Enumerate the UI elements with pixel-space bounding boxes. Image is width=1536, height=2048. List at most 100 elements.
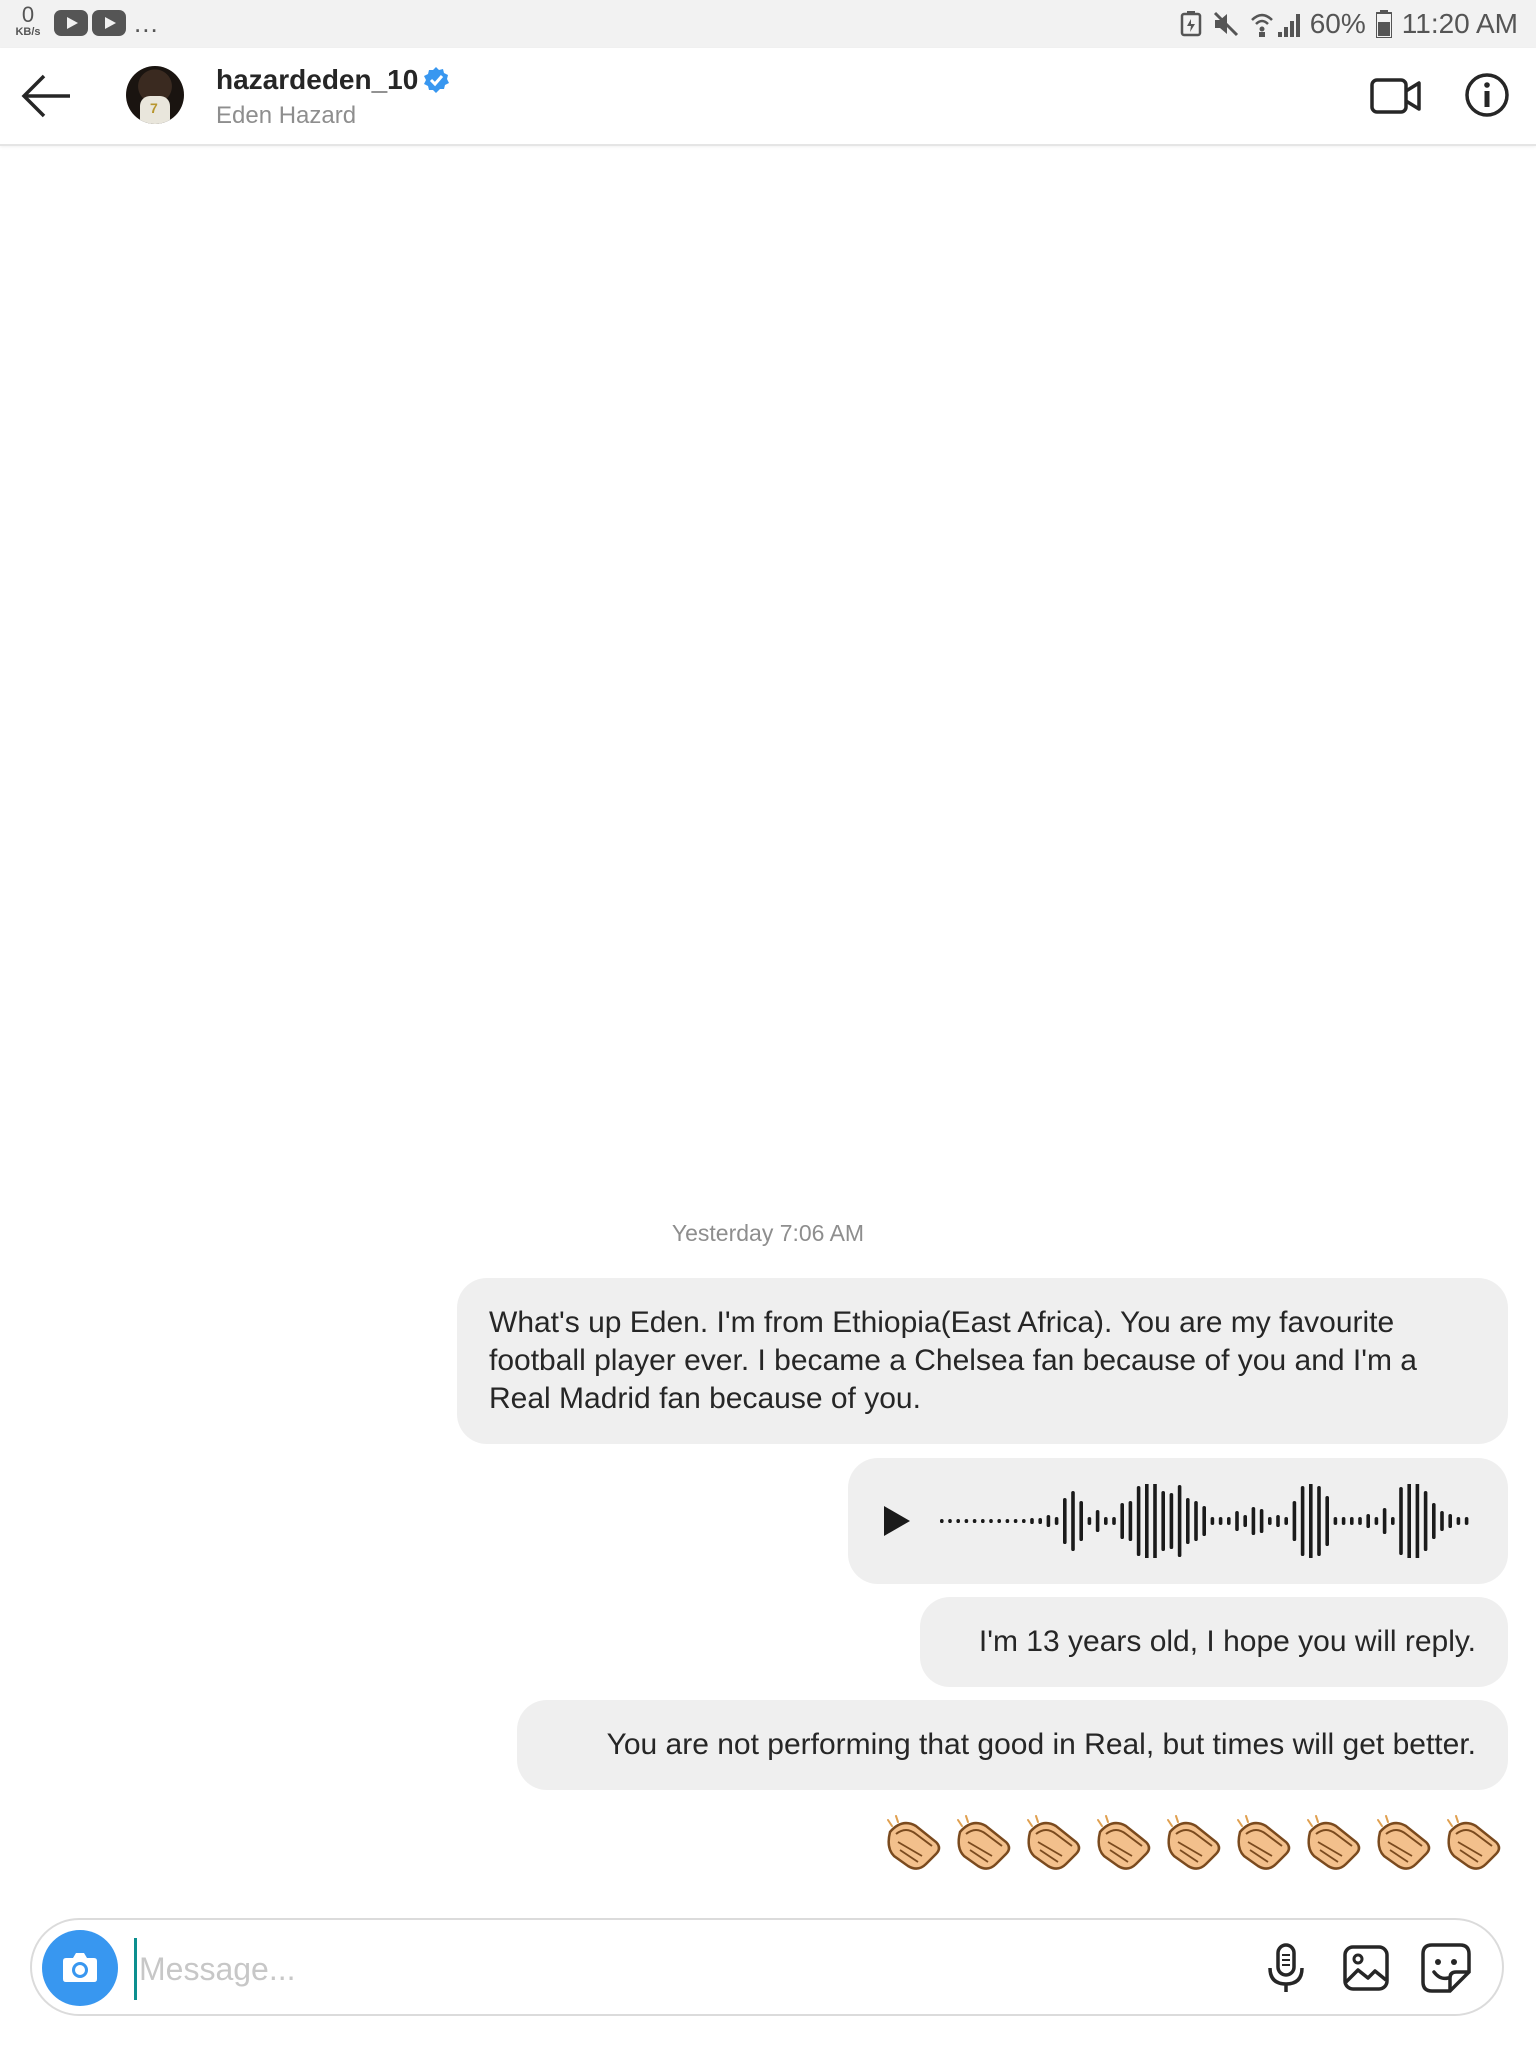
profile-username[interactable]: hazardeden_10 [216,64,450,96]
emoji-message[interactable] [882,1812,1506,1876]
sent-message-bubble[interactable]: I'm 13 years old, I hope you will reply. [920,1597,1508,1687]
clapping-hands-icon [887,1815,941,1870]
clapping-hands-icon [1377,1815,1431,1870]
waveform-bar [1251,1507,1256,1535]
waveform-bar [972,1519,977,1523]
waveform-bar [1112,1517,1116,1525]
clapping-hands-icon [1307,1815,1361,1870]
waveform-bar [1202,1506,1206,1536]
waveform-bar [1448,1514,1452,1528]
gallery-button[interactable] [1342,1944,1390,1992]
waveform-bar [1243,1515,1247,1527]
wifi-signal-icon [1250,13,1300,37]
waveform-bar [1046,1515,1051,1527]
waveform-bar [1169,1493,1174,1549]
waveform-bar [1358,1517,1362,1525]
battery-icon [1375,10,1392,38]
video-camera-icon [1370,78,1421,114]
waveform-bar [1284,1517,1288,1525]
chat-header: 7 hazardeden_10 Eden Hazard [0,48,1536,146]
username-text: hazardeden_10 [216,64,419,95]
waveform-bar [1136,1486,1141,1556]
waveform-bar [1423,1491,1428,1551]
clapping-hands-icon [1097,1815,1151,1870]
waveform-bar [1145,1484,1149,1558]
clapping-hands-icon [957,1815,1011,1870]
network-speed-value: 0 [21,2,35,27]
waveform-bar [1022,1519,1026,1523]
voice-message-bubble[interactable] [848,1458,1508,1584]
waveform-bar [1054,1517,1059,1525]
youtube-notification-icon [54,10,88,36]
arrow-left-icon [21,74,70,118]
waveform-bar [989,1519,993,1523]
play-icon[interactable] [884,1506,910,1536]
message-timestamp: Yesterday 7:06 AM [671,1220,865,1246]
message-composer [30,1918,1504,2016]
verified-badge-icon [424,67,450,93]
waveform-bar [1210,1517,1215,1525]
waveform-bar [1087,1517,1092,1525]
waveform-bar [1292,1501,1297,1541]
microphone-icon [1268,1943,1304,1992]
network-speed-unit: KB/s [15,26,41,38]
back-button[interactable] [20,72,74,120]
waveform-bar [1333,1517,1338,1525]
waveform-bar [1071,1491,1075,1551]
waveform-bar [1456,1517,1461,1525]
waveform-bar [1382,1508,1387,1534]
sent-message-bubble[interactable]: What's up Eden. I'm from Ethiopia(East A… [457,1278,1508,1444]
waveform-bar [964,1519,969,1523]
clapping-hands-icon [1167,1815,1221,1870]
waveform-bar [1309,1484,1313,1558]
video-call-button[interactable] [1370,76,1422,116]
waveform-bar [1366,1514,1370,1528]
message-text: What's up Eden. I'm from Ethiopia(East A… [489,1306,1417,1415]
image-icon [1343,1945,1389,1991]
waveform-bar [1218,1517,1223,1525]
battery-saver-icon [1180,11,1201,37]
voice-record-button[interactable] [1264,1942,1308,1994]
profile-avatar[interactable]: 7 [126,66,184,124]
battery-percent: 60% [1309,8,1366,39]
clock: 11:20 AM [1401,8,1518,39]
waveform-bar [1005,1519,1010,1523]
waveform-bar [1177,1485,1182,1557]
waveform-bar [997,1519,1001,1523]
camera-button[interactable] [42,1930,118,2006]
waveform-bar [1161,1491,1165,1551]
waveform-bar [940,1519,944,1523]
status-bar: 0 KB/s ... 60% 11:20 AM [0,0,1536,48]
waveform-bar [1030,1518,1034,1524]
network-speed-indicator: 0 KB/s [10,4,46,38]
audio-waveform[interactable] [940,1484,1480,1558]
waveform-bar [1350,1517,1354,1525]
waveform-bar [1440,1511,1444,1531]
waveform-bar [956,1519,960,1523]
sticker-button[interactable] [1420,1942,1472,1994]
waveform-bar [1399,1487,1403,1555]
waveform-bar [1063,1498,1067,1544]
system-status-icons: 60% 11:20 AM [1180,0,1518,48]
waveform-bar [1038,1518,1042,1524]
avatar-jersey-number: 7 [150,100,158,116]
message-text: You are not performing that good in Real… [606,1728,1476,1761]
clapping-hands-icon [1237,1815,1291,1870]
sent-message-bubble[interactable]: You are not performing that good in Real… [517,1700,1508,1790]
waveform-bar [1153,1484,1157,1558]
clapping-hands-icon [1447,1815,1501,1870]
waveform-bar [1079,1501,1083,1541]
waveform-bar [1391,1517,1395,1525]
message-input[interactable] [134,1938,1221,2000]
mute-icon [1213,11,1238,37]
sticker-icon [1421,1943,1471,1993]
youtube-notification-icon [92,10,126,36]
waveform-bar [981,1519,985,1523]
waveform-bar [1464,1517,1469,1525]
waveform-bar [1013,1519,1018,1523]
waveform-bar [1374,1517,1379,1525]
waveform-bar [1276,1515,1280,1527]
waveform-bar [1317,1486,1321,1556]
waveform-bar [1325,1496,1329,1546]
conversation-info-button[interactable] [1464,72,1510,118]
